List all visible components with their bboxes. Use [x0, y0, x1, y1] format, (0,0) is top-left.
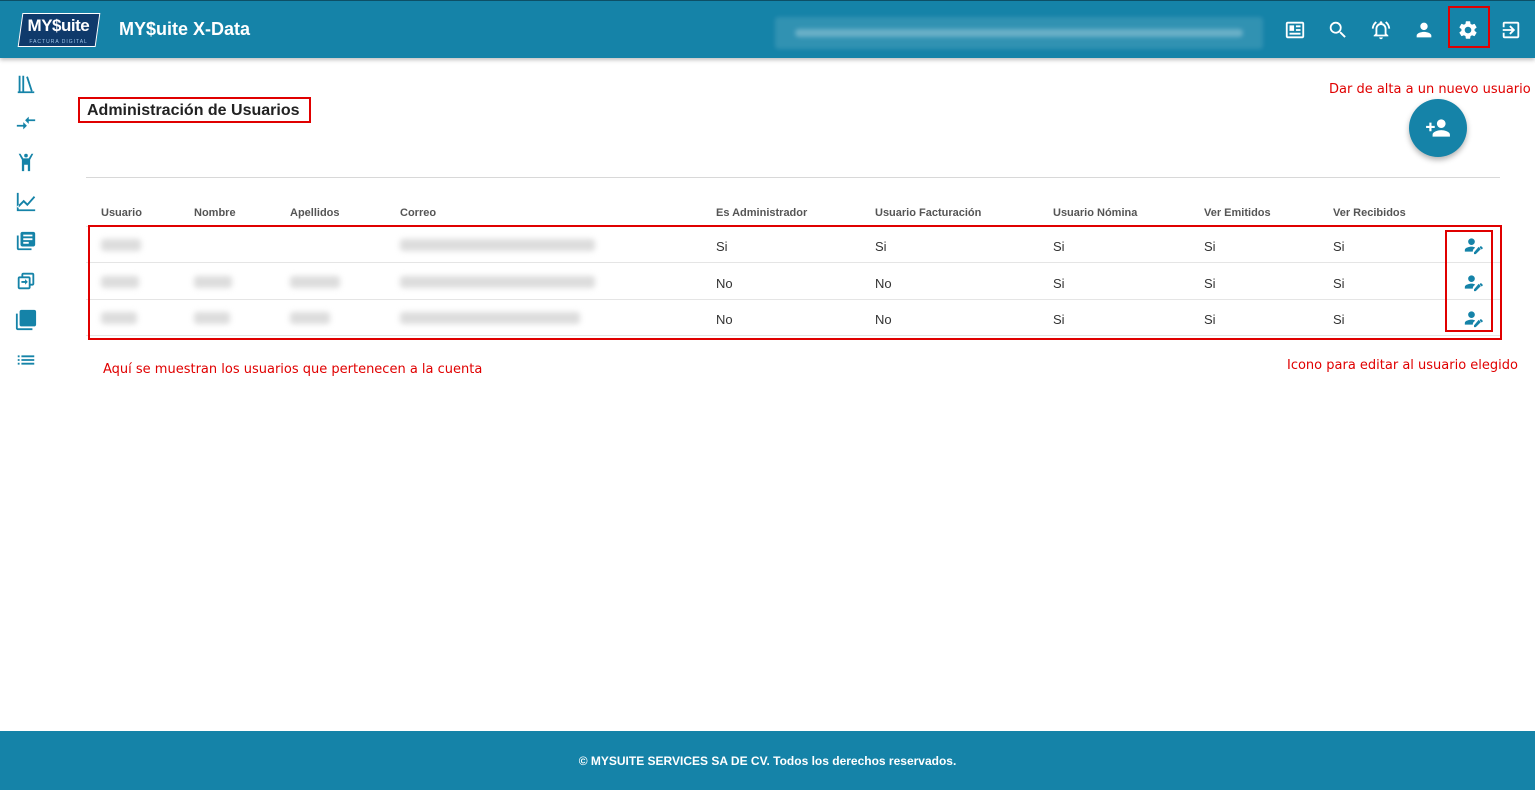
- logo-text: MY$uite: [27, 16, 90, 35]
- column-header-usuario-facturacion[interactable]: Usuario Facturación: [875, 207, 981, 219]
- column-header-nombre[interactable]: Nombre: [194, 207, 236, 219]
- search-icon[interactable]: [1325, 17, 1351, 43]
- column-header-ver-recibidos[interactable]: Ver Recibidos: [1333, 207, 1406, 219]
- app-title: MY$uite X-Data: [119, 19, 251, 39]
- settings-highlight-box: [1448, 6, 1490, 48]
- person-raised-icon[interactable]: [14, 150, 38, 174]
- compare-arrows-icon[interactable]: [14, 111, 38, 135]
- person-add-icon: [1426, 119, 1450, 137]
- table-header: Usuario Nombre Apellidos Correo Es Admin…: [86, 200, 1500, 227]
- page-title: Administración de Usuarios: [87, 102, 300, 119]
- notifications-icon[interactable]: [1368, 17, 1394, 43]
- edit-annotation: Icono para editar al usuario elegido: [1287, 358, 1518, 373]
- list-icon[interactable]: [14, 348, 38, 372]
- converter-icon[interactable]: [14, 269, 38, 293]
- logout-icon[interactable]: [1498, 17, 1524, 43]
- footer-copyright: © MYSUITE SERVICES SA DE CV. Todos los d…: [578, 753, 957, 768]
- column-header-es-administrador[interactable]: Es Administrador: [716, 207, 807, 219]
- column-header-usuario-nomina[interactable]: Usuario Nómina: [1053, 207, 1137, 219]
- column-header-ver-emitidos[interactable]: Ver Emitidos: [1204, 207, 1271, 219]
- logo-subtext: FACTURA DIGITAL: [29, 39, 88, 45]
- document-list-icon[interactable]: [14, 229, 38, 253]
- stacked-pages-icon[interactable]: [14, 308, 38, 332]
- section-divider: [86, 177, 1500, 178]
- account-icon[interactable]: [1411, 17, 1437, 43]
- footer: © MYSUITE SERVICES SA DE CV. Todos los d…: [0, 731, 1535, 790]
- column-header-usuario[interactable]: Usuario: [101, 207, 142, 219]
- column-header-apellidos[interactable]: Apellidos: [290, 207, 340, 219]
- rows-annotation: Aquí se muestran los usuarios que perten…: [103, 362, 483, 377]
- page-title-highlight-box: Administración de Usuarios: [78, 97, 311, 123]
- edit-icons-highlight-box: [1445, 230, 1493, 332]
- blurred-account-info: [775, 17, 1263, 49]
- mysuite-logo[interactable]: MY$uite FACTURA DIGITAL: [17, 13, 101, 47]
- top-app-bar: MY$uite FACTURA DIGITAL MY$uite X-Data: [0, 0, 1535, 58]
- news-icon[interactable]: [1282, 17, 1308, 43]
- chart-line-icon[interactable]: [14, 190, 38, 214]
- column-header-correo[interactable]: Correo: [400, 207, 436, 219]
- add-user-annotation: Dar de alta a un nuevo usuario: [1329, 82, 1531, 97]
- add-user-button[interactable]: [1409, 99, 1467, 157]
- rows-highlight-box: [88, 225, 1502, 340]
- library-icon[interactable]: [14, 72, 38, 96]
